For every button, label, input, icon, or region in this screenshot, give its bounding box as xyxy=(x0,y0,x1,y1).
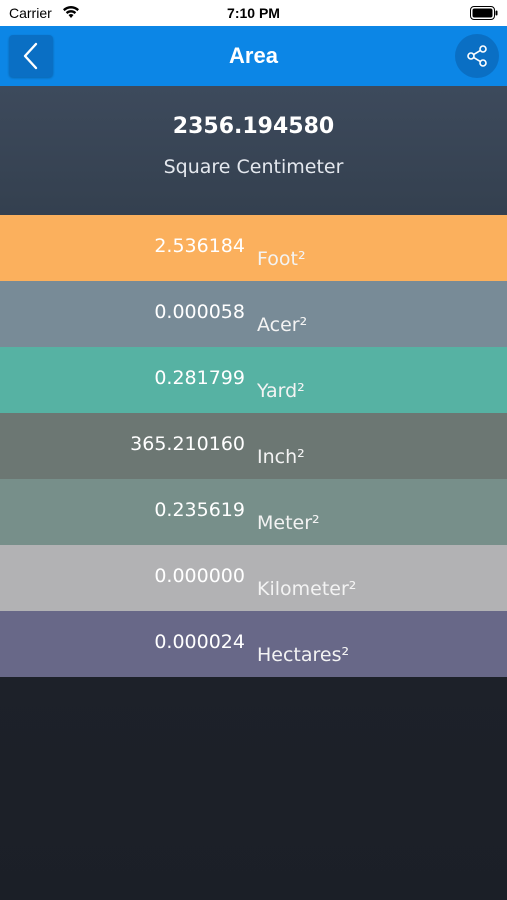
page-title: Area xyxy=(229,43,278,68)
row-unit: Hectares² xyxy=(257,644,350,666)
conversion-row-yard[interactable]: 0.281799 Yard² xyxy=(0,347,507,413)
battery-icon xyxy=(470,6,498,20)
conversion-row-hectares[interactable]: 0.000024 Hectares² xyxy=(0,611,507,677)
nav-bar: Area xyxy=(0,26,507,86)
row-unit: Kilometer² xyxy=(257,578,357,600)
status-time: 7:10 PM xyxy=(227,5,280,21)
status-bar: Carrier 7:10 PM xyxy=(0,0,507,26)
row-value: 0.000058 xyxy=(154,301,245,323)
result-unit: Square Centimeter xyxy=(163,156,344,178)
share-button[interactable] xyxy=(455,34,499,78)
back-button[interactable] xyxy=(9,35,53,77)
row-value: 0.281799 xyxy=(154,367,245,389)
row-value: 0.000000 xyxy=(154,565,245,587)
row-unit: Yard² xyxy=(257,380,305,402)
row-value: 365.210160 xyxy=(130,433,245,455)
chevron-left-icon xyxy=(23,42,38,70)
row-value: 0.235619 xyxy=(154,499,245,521)
conversion-row-kilometer[interactable]: 0.000000 Kilometer² xyxy=(0,545,507,611)
row-unit: Acer² xyxy=(257,314,308,336)
share-icon xyxy=(467,45,487,67)
row-value: 2.536184 xyxy=(154,235,245,257)
row-value: 0.000024 xyxy=(154,631,245,653)
result-value: 2356.194580 xyxy=(172,114,335,139)
row-unit: Foot² xyxy=(257,248,306,270)
conversion-row-inch[interactable]: 365.210160 Inch² xyxy=(0,413,507,479)
row-unit: Inch² xyxy=(257,446,305,468)
conversion-row-meter[interactable]: 0.235619 Meter² xyxy=(0,479,507,545)
conversion-row-foot[interactable]: 2.536184 Foot² xyxy=(0,215,507,281)
conversion-row-acer[interactable]: 0.000058 Acer² xyxy=(0,281,507,347)
result-panel: 2356.194580 Square Centimeter xyxy=(0,86,507,215)
row-unit: Meter² xyxy=(257,512,320,534)
conversion-list: 2.536184 Foot² 0.000058 Acer² 0.281799 Y… xyxy=(0,215,507,677)
